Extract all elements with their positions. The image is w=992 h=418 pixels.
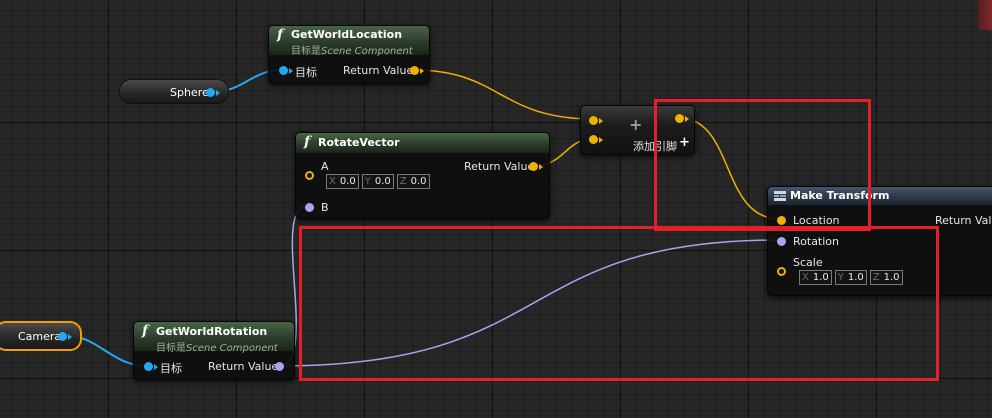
highlight-box-rotation-wire (299, 226, 939, 381)
pin-arrow (420, 68, 424, 74)
highlight-box-add-location (654, 99, 871, 231)
sphere-variable-node[interactable]: Sphere (119, 79, 229, 104)
return-value-pin[interactable] (529, 162, 538, 171)
offscreen-node-edge[interactable] (978, 0, 992, 30)
node-subtitle: 目标是Scene Component (156, 343, 278, 354)
a-x-field[interactable]: X 0.0 (326, 174, 359, 189)
target-pin[interactable] (144, 362, 153, 371)
node-header[interactable]: f GetWorldRotation 目标是Scene Component (134, 322, 294, 354)
return-value-label: Return Value (935, 214, 992, 227)
sphere-output-pin[interactable] (206, 88, 215, 97)
add-operator-symbol: + (629, 115, 643, 134)
b-pin[interactable] (305, 203, 314, 212)
function-icon: f (142, 323, 149, 339)
node-title: RotateVector (318, 136, 400, 149)
pin-arrow (68, 334, 72, 340)
node-header[interactable]: f RotateVector (296, 133, 549, 153)
camera-variable-node[interactable]: Camera (0, 321, 82, 351)
target-pin-label: 目标 (295, 66, 317, 79)
add-input-a-pin[interactable] (589, 116, 598, 125)
camera-output-pin[interactable] (58, 332, 67, 341)
variable-label: Sphere (170, 86, 209, 99)
pin-arrow (154, 364, 158, 370)
variable-label: Camera (18, 330, 62, 343)
pin-arrow (289, 68, 293, 74)
a-y-field[interactable]: Y 0.0 (361, 174, 394, 189)
pin-arrow (539, 164, 543, 170)
a-pin[interactable] (305, 171, 314, 180)
pin-arrow (216, 90, 220, 96)
node-subtitle: 目标是Scene Component (291, 46, 413, 57)
add-input-b-pin[interactable] (589, 135, 598, 144)
node-title: GetWorldLocation (291, 28, 403, 41)
target-pin[interactable] (279, 66, 288, 75)
wire-location-to-add-a[interactable] (413, 69, 594, 120)
b-pin-label: B (321, 201, 329, 214)
return-value-pin[interactable] (275, 362, 284, 371)
pin-arrow (599, 118, 603, 124)
a-z-field[interactable]: Z 0.0 (396, 174, 430, 189)
function-icon: f (277, 27, 284, 43)
rotate-vector-node[interactable]: f RotateVector A X 0.0 Y 0.0 Z 0.0 Return V… (295, 132, 550, 219)
pin-arrow (599, 137, 603, 143)
a-pin-label: A (321, 160, 329, 173)
get-world-location-node[interactable]: f GetWorldLocation 目标是Scene Component 目标… (268, 25, 430, 84)
target-pin-label: 目标 (160, 362, 182, 375)
return-value-label: Return Value (343, 64, 414, 77)
function-icon: f (304, 134, 311, 150)
a-vector-fields: X 0.0 Y 0.0 Z 0.0 (326, 174, 430, 189)
return-value-label: Return Value (208, 360, 279, 373)
return-value-label: Return Value (464, 160, 535, 173)
node-header[interactable]: f GetWorldLocation 目标是Scene Component (269, 26, 429, 57)
return-value-pin[interactable] (410, 66, 419, 75)
get-world-rotation-node[interactable]: f GetWorldRotation 目标是Scene Component 目标… (133, 321, 295, 380)
node-title: GetWorldRotation (156, 325, 268, 338)
